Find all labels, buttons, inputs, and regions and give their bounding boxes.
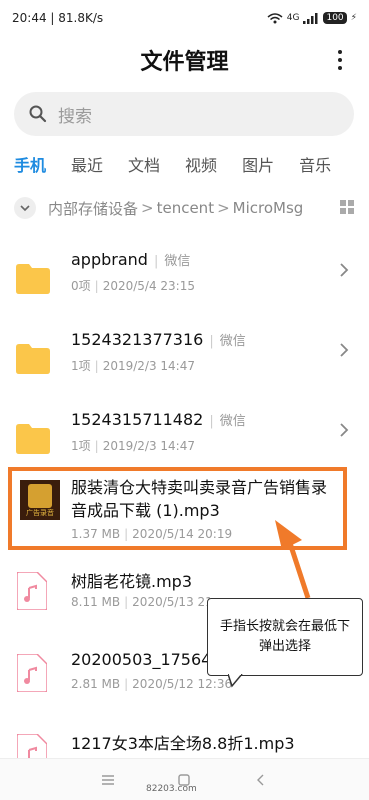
wifi-icon bbox=[267, 12, 283, 23]
chevron-down-icon bbox=[20, 205, 30, 212]
chevron-right-icon bbox=[340, 343, 349, 357]
tab-music[interactable]: 音乐 bbox=[299, 152, 331, 178]
item-count: 1项 bbox=[71, 439, 91, 453]
tab-videos[interactable]: 视频 bbox=[185, 152, 217, 178]
file-name: appbrand 微信 bbox=[71, 250, 190, 269]
music-file-icon bbox=[17, 654, 47, 692]
music-file-icon bbox=[17, 572, 47, 610]
more-options-icon[interactable] bbox=[337, 50, 343, 70]
meta-separator: | bbox=[94, 439, 99, 453]
status-bar: 20:44 | 81.8K/s 4G 100 ⚡ bbox=[0, 0, 369, 36]
tab-recent[interactable]: 最近 bbox=[71, 152, 103, 178]
file-name: 树脂老花镜.mp3 bbox=[71, 568, 192, 592]
modified-date: 2019/2/3 14:47 bbox=[102, 359, 195, 373]
meta-separator: | bbox=[124, 677, 129, 691]
meta-separator: | bbox=[94, 359, 99, 373]
meta-separator: | bbox=[94, 279, 99, 293]
network-label: 4G bbox=[286, 13, 300, 23]
battery-badge: 100 bbox=[323, 12, 347, 24]
folder-icon bbox=[16, 264, 50, 294]
status-speed: 81.8K/s bbox=[58, 11, 104, 25]
category-tabs: 手机 最近 文档 视频 图片 音乐 bbox=[14, 152, 369, 178]
search-bar[interactable]: 搜索 bbox=[14, 92, 354, 136]
breadcrumb: 内部存储设备 > tencent > MicroMsg bbox=[14, 194, 364, 222]
highlighted-list-item[interactable]: 广告录音 服装清仓大特卖叫卖录音广告销售录音成品下载 (1).mp3 1.37 … bbox=[8, 467, 347, 550]
status-right: 4G 100 ⚡ bbox=[267, 12, 357, 24]
chevron-right-icon bbox=[340, 423, 349, 437]
modified-date: 2020/5/13 21 bbox=[132, 595, 213, 609]
tab-images[interactable]: 图片 bbox=[242, 152, 274, 178]
file-name: 1217女3本店全场8.8折1.mp3 bbox=[71, 730, 295, 754]
breadcrumb-separator: > bbox=[217, 199, 230, 217]
file-meta: 1.37 MB | 2020/5/14 20:19 bbox=[71, 527, 232, 541]
modified-date: 2019/2/3 14:47 bbox=[102, 439, 195, 453]
breadcrumb-path: 内部存储设备 > tencent > MicroMsg bbox=[48, 198, 308, 219]
list-item[interactable]: appbrand 微信 0项|2020/5/4 23:15 bbox=[0, 250, 369, 330]
page-title: 文件管理 bbox=[140, 50, 229, 75]
meta-separator: | bbox=[124, 595, 129, 609]
album-thumbnail: 广告录音 bbox=[20, 480, 60, 520]
source-tag: 微信 bbox=[209, 414, 245, 429]
status-left: 20:44 | 81.8K/s bbox=[12, 11, 267, 25]
file-name-text: 1524315711482 bbox=[71, 410, 204, 429]
file-name-text: 1217女3本店全场8.8折1.mp3 bbox=[71, 734, 295, 753]
file-name: 1524315711482 微信 bbox=[71, 410, 246, 429]
breadcrumb-item[interactable]: 内部存储设备 bbox=[48, 198, 138, 219]
file-meta: 1项 | 2019/2/3 14:47 bbox=[71, 357, 195, 374]
file-size: 2.81 MB bbox=[71, 677, 121, 691]
file-size: 8.11 MB bbox=[71, 595, 121, 609]
meta-separator: | bbox=[124, 527, 129, 541]
list-item[interactable]: 1524321377316 微信 1项|2019/2/3 14:47 bbox=[0, 330, 369, 410]
menu-icon[interactable] bbox=[101, 773, 115, 787]
file-name-text: appbrand bbox=[71, 250, 148, 269]
search-icon bbox=[29, 105, 47, 123]
file-name: 20200503_17564 bbox=[71, 650, 211, 669]
signal-icon bbox=[303, 12, 318, 24]
file-meta: 8.11 MB | 2020/5/13 21 bbox=[71, 595, 213, 609]
charging-icon: ⚡ bbox=[350, 13, 357, 23]
file-size: 1.37 MB bbox=[71, 527, 121, 541]
back-icon[interactable] bbox=[254, 773, 268, 787]
status-time: 20:44 bbox=[12, 11, 47, 25]
thumbnail-caption: 广告录音 bbox=[26, 509, 54, 517]
file-name: 服装清仓大特卖叫卖录音广告销售录音成品下载 (1).mp3 bbox=[71, 478, 328, 520]
modified-date: 2020/5/4 23:15 bbox=[102, 279, 195, 293]
source-tag: 微信 bbox=[209, 334, 245, 349]
breadcrumb-expand-button[interactable] bbox=[14, 197, 36, 219]
tab-documents[interactable]: 文档 bbox=[128, 152, 160, 178]
breadcrumb-item[interactable]: MicroMsg bbox=[233, 199, 304, 217]
thumbnail-art bbox=[28, 484, 52, 508]
source-tag: 微信 bbox=[154, 254, 190, 269]
breadcrumb-separator: > bbox=[141, 199, 154, 217]
folder-icon bbox=[16, 344, 50, 374]
file-meta: 1项 | 2019/2/3 14:47 bbox=[71, 437, 195, 454]
folder-icon bbox=[16, 424, 50, 454]
file-name: 1524321377316 微信 bbox=[71, 330, 246, 349]
annotation-callout: 手指长按就会在最低下弹出选择 bbox=[207, 598, 363, 676]
modified-date: 2020/5/14 20:19 bbox=[132, 527, 233, 541]
file-name-text: 20200503_17564 bbox=[71, 650, 212, 669]
file-meta: 2.81 MB | 2020/5/12 12:36 bbox=[71, 677, 232, 691]
chevron-right-icon bbox=[340, 263, 349, 277]
grid-view-icon[interactable] bbox=[340, 200, 354, 214]
callout-pointer bbox=[228, 674, 243, 688]
modified-date: 2020/5/12 12:36 bbox=[132, 677, 233, 691]
search-placeholder: 搜索 bbox=[58, 106, 92, 127]
file-name-text: 1524321377316 bbox=[71, 330, 204, 349]
item-count: 1项 bbox=[71, 359, 91, 373]
file-meta: 0项 | 2020/5/4 23:15 bbox=[71, 277, 195, 294]
item-count: 0项 bbox=[71, 279, 91, 293]
file-name-text: 树脂老花镜.mp3 bbox=[71, 572, 193, 591]
breadcrumb-item[interactable]: tencent bbox=[157, 199, 214, 217]
watermark: 82203.com bbox=[146, 784, 197, 794]
tab-phone[interactable]: 手机 bbox=[14, 152, 46, 178]
